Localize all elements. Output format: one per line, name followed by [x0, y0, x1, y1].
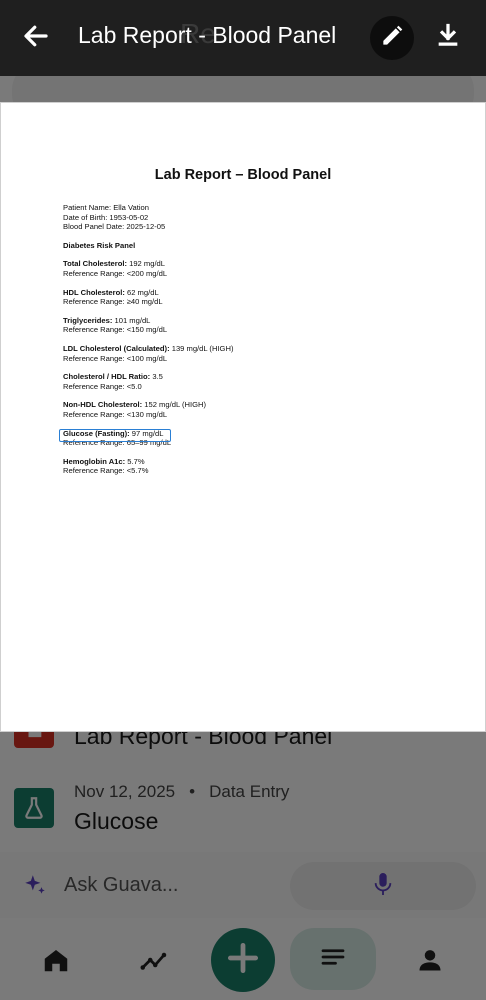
result-value: 139 mg/dL (HIGH)	[169, 343, 234, 353]
mic-button[interactable]	[290, 862, 476, 910]
reference-range: Reference Range: <5.0	[63, 381, 142, 391]
viewer-toolbar: Re Lab Report - Blood Panel	[0, 0, 486, 76]
reference-range: Reference Range: <130 mg/dL	[63, 409, 168, 419]
patient-name: Patient Name: Ella Vation	[63, 203, 149, 212]
result-value: 5.7%	[125, 456, 145, 466]
records-tab[interactable]	[290, 928, 376, 990]
meta-separator: •	[189, 782, 196, 801]
panel-date: Blood Panel Date: 2025-12-05	[63, 222, 166, 232]
list-item-title: Glucose	[74, 808, 159, 834]
pencil-icon	[379, 23, 405, 54]
profile-icon[interactable]	[410, 940, 450, 980]
result-line: Triglycerides: 101 mg/dL	[63, 316, 233, 326]
result-value: 62 mg/dL	[124, 287, 159, 297]
sparkle-icon	[22, 872, 48, 903]
reference-range: Reference Range: <150 mg/dL	[63, 325, 168, 335]
reference-range: Reference Range: <200 mg/dL	[63, 268, 168, 278]
result-line: Cholesterol / HDL Ratio: 3.5	[63, 372, 233, 382]
result-line: LDL Cholesterol (Calculated): 139 mg/dL …	[63, 344, 233, 354]
result-label: Non-HDL Cholesterol:	[63, 400, 143, 410]
list-item[interactable]: Nov 12, 2025 • Data Entry Glucose	[0, 766, 486, 853]
result-value: 192 mg/dL	[127, 259, 165, 269]
result-label: Cholesterol / HDL Ratio:	[63, 372, 151, 382]
ask-input[interactable]: Ask Guava...	[64, 874, 179, 897]
back-arrow-icon	[21, 21, 51, 56]
glucose-highlight-box[interactable]	[59, 429, 171, 442]
back-button[interactable]	[16, 18, 56, 58]
entry-date: Nov 12, 2025	[74, 782, 176, 801]
report-document: Lab Report – Blood Panel Patient Name: E…	[0, 102, 486, 732]
edit-button[interactable]	[370, 16, 414, 60]
report-title: Lab Report – Blood Panel	[154, 167, 332, 183]
reference-range: Reference Range: <100 mg/dL	[63, 353, 168, 363]
list-item-meta: Nov 12, 2025 • Data Entry	[74, 782, 289, 802]
reference-range: Reference Range: ≥40 mg/dL	[63, 297, 163, 307]
insights-icon[interactable]	[134, 940, 174, 980]
result-line: Non-HDL Cholesterol: 152 mg/dL (HIGH)	[63, 400, 233, 410]
reference-range: Reference Range: <5.7%	[63, 466, 149, 476]
download-button[interactable]	[428, 18, 468, 58]
flask-icon	[14, 788, 54, 828]
home-icon[interactable]	[36, 940, 76, 980]
result-label: Hemoglobin A1c:	[63, 456, 126, 466]
result-label: Total Cholesterol:	[63, 259, 127, 269]
result-line: Hemoglobin A1c: 5.7%	[63, 457, 233, 467]
ask-bar[interactable]: Ask Guava...	[0, 852, 486, 918]
plus-icon	[224, 939, 262, 982]
viewer-title: Lab Report - Blood Panel	[78, 22, 337, 48]
result-value: 3.5	[150, 372, 163, 382]
result-label: LDL Cholesterol (Calculated):	[63, 343, 170, 353]
list-icon	[318, 942, 348, 977]
result-label: HDL Cholesterol:	[63, 287, 125, 297]
result-label: Triglycerides:	[63, 315, 113, 325]
result-line: HDL Cholesterol: 62 mg/dL	[63, 288, 233, 298]
download-icon	[434, 22, 462, 55]
section-heading: Diabetes Risk Panel	[63, 240, 136, 250]
result-value: 101 mg/dL	[112, 315, 151, 325]
add-button[interactable]	[211, 928, 275, 992]
mic-icon	[372, 871, 394, 902]
date-of-birth: Date of Birth: 1953-05-02	[63, 212, 149, 222]
entry-type: Data Entry	[209, 782, 290, 801]
result-line: Total Cholesterol: 192 mg/dL	[63, 259, 233, 269]
result-value: 152 mg/dL (HIGH)	[142, 400, 207, 410]
